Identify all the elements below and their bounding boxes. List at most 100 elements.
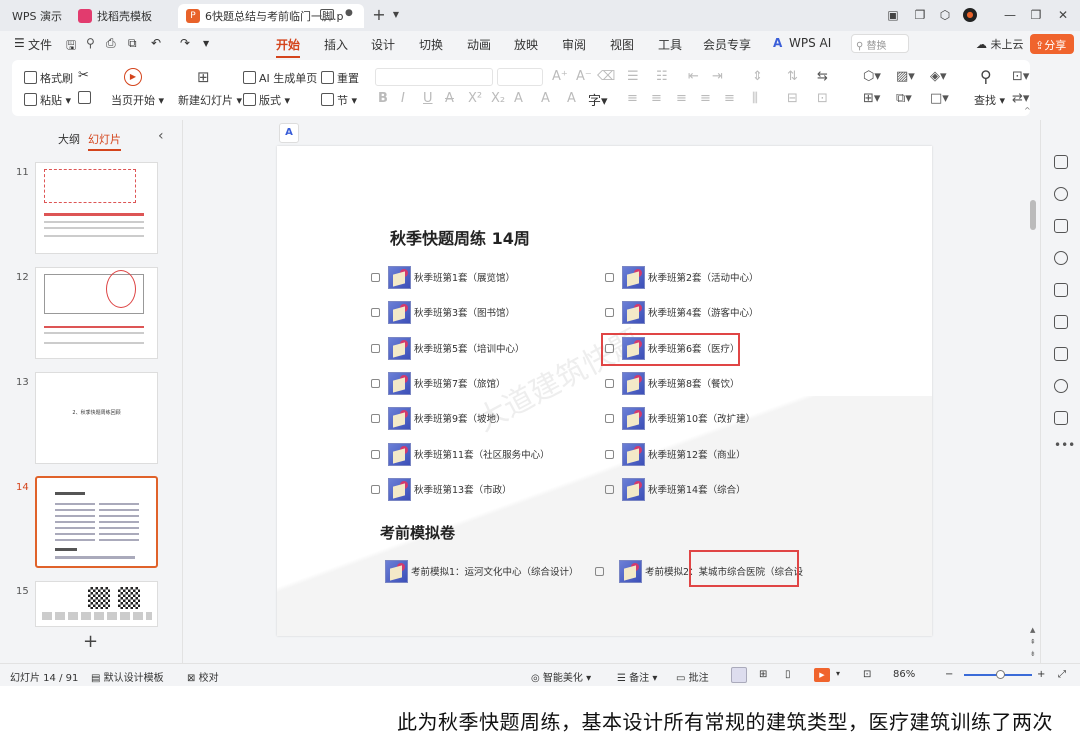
slide-thumb-14[interactable] [35, 476, 158, 568]
undo-icon[interactable]: ↶ [151, 36, 161, 50]
font-size-select[interactable] [497, 68, 543, 86]
slideshow-icon[interactable]: ▶ [814, 668, 830, 682]
paste-button[interactable]: 粘贴 ▾ [24, 92, 71, 108]
minimize-icon[interactable]: — [1003, 8, 1017, 22]
menu-wps-ai[interactable]: WPS AI [789, 36, 831, 50]
char-spacing-icon[interactable]: 字▾ [588, 90, 608, 109]
section-button[interactable]: 节 ▾ [321, 92, 357, 108]
subscript-icon[interactable]: X₂ [491, 91, 505, 106]
collapse-panel-icon[interactable]: ‹ [158, 128, 164, 144]
skin-icon[interactable]: ▣ [886, 8, 900, 22]
next-page-icon[interactable]: ⇟ [1030, 650, 1036, 658]
shadow-icon[interactable]: A [567, 91, 576, 106]
reset-button[interactable]: 重置 [321, 70, 359, 86]
slide-thumb-13[interactable]: 2、秋季快题周练回顾 [35, 372, 158, 464]
font-color-icon[interactable]: A [514, 91, 523, 106]
reading-view-icon[interactable]: ▯ [785, 669, 791, 680]
tab-wps[interactable]: WPS 演示 [4, 4, 66, 28]
ai-single-button[interactable]: AI 生成单页 [243, 70, 317, 86]
list-item[interactable]: 秋季班第11套（社区服务中心） [371, 442, 550, 466]
copy-icon[interactable] [1054, 219, 1068, 233]
tab-outline[interactable]: 大纲 [58, 131, 80, 147]
chevron-down-icon[interactable]: ▼ [389, 8, 403, 22]
comment-icon[interactable] [1054, 411, 1068, 425]
cube-icon[interactable]: ⬡ [938, 8, 952, 22]
share-button[interactable]: ⇪分享 [1030, 34, 1074, 54]
valign-icon[interactable]: ⊟ [787, 91, 798, 106]
cloud-status[interactable]: ☁ 未上云 [976, 36, 1024, 52]
play-from-start-button[interactable]: 当页开始 ▾ [111, 92, 164, 108]
bold-icon[interactable]: B [378, 91, 388, 106]
checkbox[interactable] [605, 449, 614, 459]
save-icon[interactable]: 🖫 [66, 36, 76, 57]
align-right-icon[interactable]: ≡ [676, 91, 687, 106]
ai-assist-icon[interactable]: A [279, 123, 299, 143]
list-item[interactable]: 秋季班第3套（图书馆） [371, 300, 515, 324]
grid-view-icon[interactable]: ⊞ [759, 669, 767, 680]
checkbox[interactable] [371, 378, 380, 388]
underline-icon[interactable]: U [423, 91, 433, 106]
slide-thumb-15[interactable] [35, 581, 158, 627]
notes-button[interactable]: ☰ 备注 ▾ [617, 669, 657, 684]
text-direction-icon[interactable]: ⇆ [817, 69, 828, 84]
fill-icon[interactable]: ◈▾ [930, 69, 947, 84]
zoom-slider-handle[interactable] [996, 670, 1005, 679]
layout-button[interactable]: 版式 ▾ [243, 92, 290, 108]
help-icon[interactable] [1054, 379, 1068, 393]
add-slide-icon[interactable]: + [83, 631, 98, 652]
slide-thumb-11[interactable] [35, 162, 158, 254]
checkbox[interactable] [605, 484, 614, 494]
select-icon[interactable]: ⊡▾ [1012, 69, 1029, 84]
grow-font-icon[interactable]: A⁺ [552, 69, 568, 84]
numbering-icon[interactable]: ☷ [656, 69, 668, 84]
slide-thumb-12[interactable] [35, 267, 158, 359]
list-item[interactable]: 秋季班第1套（展览馆） [371, 265, 515, 289]
list-item[interactable]: 秋季班第10套（改扩建） [605, 406, 755, 430]
image-edit-icon[interactable] [1054, 315, 1068, 329]
smart-beautify-button[interactable]: ◎ 智能美化 ▾ [531, 669, 591, 684]
tab-templates[interactable]: 找稻壳模板 [70, 4, 174, 28]
sort-icon[interactable]: ⇅ [787, 69, 798, 84]
strike-icon[interactable]: A [445, 91, 454, 106]
menu-transition[interactable]: 切换 [419, 36, 443, 53]
redo-icon[interactable]: ↷ [180, 36, 190, 50]
list-item[interactable]: 秋季班第9套（坡地） [371, 406, 506, 430]
checkbox[interactable] [605, 378, 614, 388]
textbox-icon[interactable]: ⊡ [817, 91, 828, 106]
menu-animation[interactable]: 动画 [467, 36, 491, 53]
checkbox[interactable] [371, 484, 380, 494]
bullets-icon[interactable]: ☰ [627, 69, 639, 84]
play-icon[interactable]: ▶ [124, 68, 142, 86]
monitor-icon[interactable] [320, 9, 334, 20]
prev-page-icon[interactable]: ⇞ [1030, 638, 1036, 646]
template-button[interactable]: ▤ 默认设计模板 [91, 669, 164, 684]
window-icon[interactable]: ❐ [913, 8, 927, 22]
checkbox[interactable] [371, 449, 380, 459]
fit-icon[interactable]: ⊡ [863, 669, 871, 680]
magic-icon[interactable] [1054, 251, 1068, 265]
mock-exam-1[interactable]: 考前模拟1：运河文化中心（综合设计） [385, 559, 612, 583]
restore-icon[interactable]: ❐ [1029, 8, 1043, 22]
scrollbar-thumb[interactable] [1030, 200, 1036, 230]
new-slide-icon[interactable]: ⊞ [197, 68, 210, 86]
window-close-icon[interactable]: ✕ [1056, 8, 1070, 22]
tool-icon[interactable]: ⚲ [86, 36, 95, 50]
list-item[interactable]: 秋季班第14套（综合） [605, 477, 746, 501]
map-icon[interactable] [1054, 347, 1068, 361]
new-tab-icon[interactable]: + [372, 7, 386, 23]
checkbox[interactable] [605, 272, 614, 282]
outline-icon[interactable]: □▾ [930, 91, 949, 106]
shrink-font-icon[interactable]: A⁻ [576, 69, 592, 84]
close-icon[interactable]: ● [345, 8, 353, 18]
italic-icon[interactable]: I [401, 91, 405, 106]
new-slide-button[interactable]: 新建幻灯片 ▾ [178, 92, 242, 108]
zoom-value[interactable]: 86% [893, 669, 915, 680]
shapes-icon[interactable]: ⬡▾ [863, 69, 881, 84]
zoom-out-icon[interactable]: − [945, 669, 953, 680]
menu-review[interactable]: 审阅 [562, 36, 586, 53]
export-icon[interactable]: ⧉ [128, 36, 137, 51]
copy-icon[interactable] [78, 91, 94, 105]
superscript-icon[interactable]: X² [468, 91, 482, 106]
normal-view-icon[interactable] [731, 667, 747, 683]
picture-icon[interactable]: ▨▾ [896, 69, 915, 84]
